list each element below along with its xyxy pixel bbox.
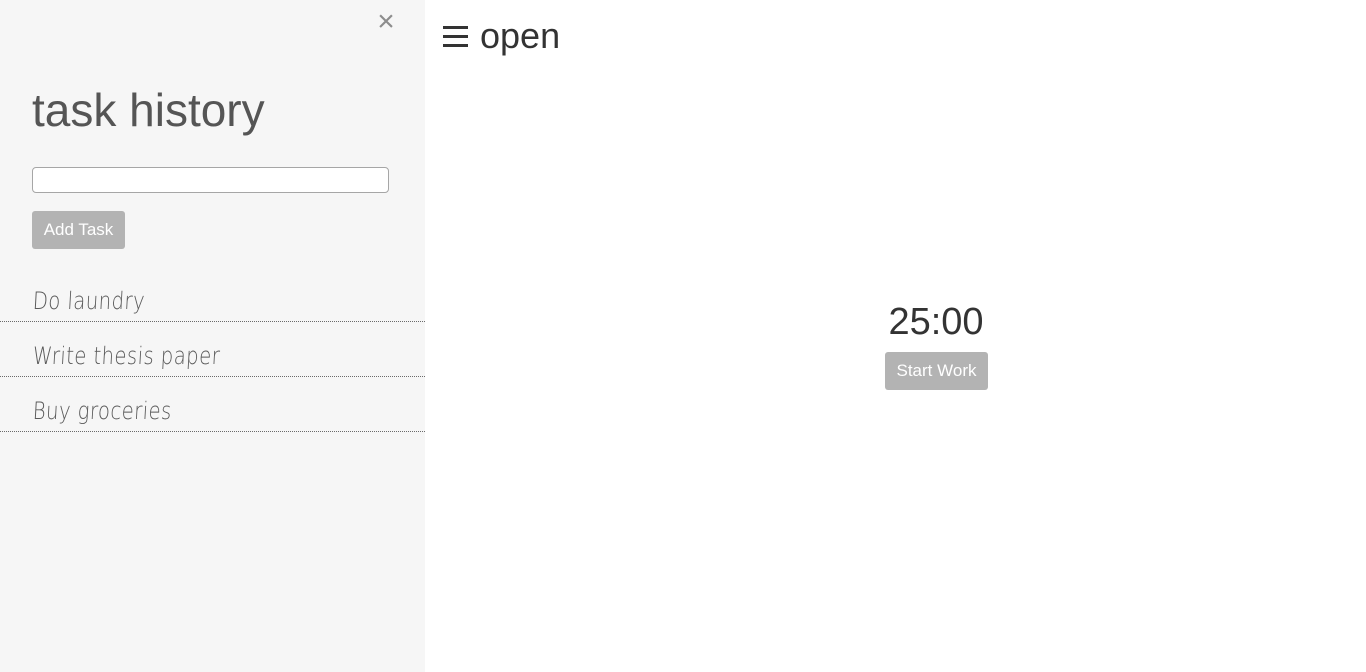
hamburger-icon <box>443 25 468 49</box>
open-label: open <box>480 15 561 56</box>
task-input[interactable] <box>32 167 389 193</box>
task-list: Do laundry Write thesis paper Buy grocer… <box>0 267 425 432</box>
task-sidebar: × task history Add Task Do laundry Write… <box>0 0 425 672</box>
task-list-item[interactable]: Buy groceries <box>0 377 425 432</box>
start-work-button[interactable]: Start Work <box>885 352 988 390</box>
add-task-button[interactable]: Add Task <box>32 211 125 249</box>
task-list-item[interactable]: Write thesis paper <box>0 322 425 377</box>
task-text: Write thesis paper <box>32 342 221 370</box>
close-icon[interactable]: × <box>372 6 400 38</box>
task-list-item[interactable]: Do laundry <box>0 267 425 322</box>
timer-display: 25:00 <box>888 301 984 343</box>
open-sidebar-button[interactable]: open <box>443 12 560 60</box>
task-text: Buy groceries <box>32 397 173 425</box>
sidebar-title: task history <box>32 84 265 136</box>
task-text: Do laundry <box>32 287 146 315</box>
